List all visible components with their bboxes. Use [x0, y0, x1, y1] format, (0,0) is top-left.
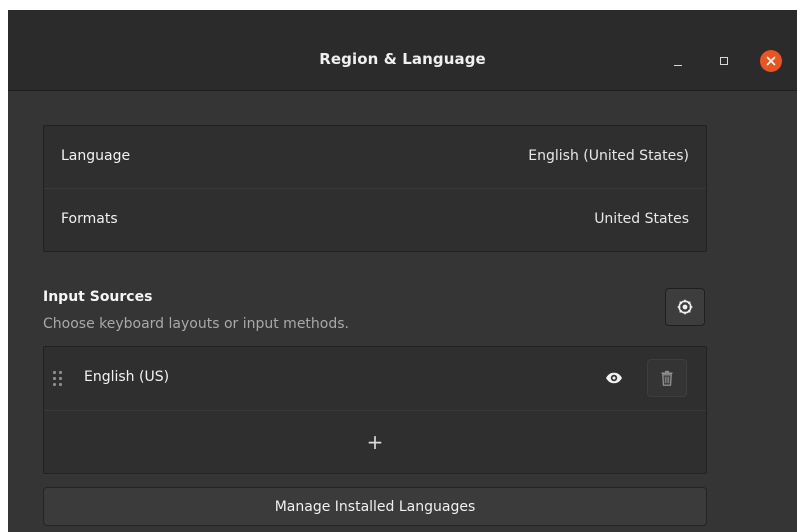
gear-icon — [677, 299, 693, 315]
input-sources-list: English (US) + — [43, 346, 707, 474]
preview-layout-button[interactable] — [594, 359, 634, 397]
language-settings-panel: Language English (United States) Formats… — [43, 125, 707, 252]
minimize-icon — [674, 64, 682, 66]
close-button[interactable] — [760, 50, 782, 72]
input-sources-subtitle: Choose keyboard layouts or input methods… — [43, 316, 349, 332]
remove-input-source-button[interactable] — [647, 359, 687, 397]
input-sources-settings-button[interactable] — [665, 288, 705, 326]
close-icon — [766, 56, 776, 66]
input-sources-title: Input Sources — [43, 289, 153, 305]
minimize-button[interactable] — [667, 50, 689, 72]
formats-value: United States — [594, 211, 689, 227]
input-source-row[interactable]: English (US) — [44, 347, 706, 409]
maximize-button[interactable] — [713, 50, 735, 72]
title-bar: Region & Language — [8, 10, 797, 91]
eye-icon — [606, 372, 622, 384]
drag-handle-icon[interactable] — [53, 371, 65, 387]
region-language-window: Region & Language Language English (Unit… — [8, 10, 797, 532]
language-value: English (United States) — [528, 148, 689, 164]
input-source-label: English (US) — [84, 369, 170, 385]
maximize-icon — [720, 57, 728, 65]
formats-row[interactable]: Formats United States — [44, 188, 706, 251]
language-label: Language — [61, 148, 131, 164]
add-input-source-button[interactable]: + — [44, 410, 706, 473]
manage-installed-languages-button[interactable]: Manage Installed Languages — [43, 487, 707, 526]
language-row[interactable]: Language English (United States) — [44, 126, 706, 188]
formats-label: Formats — [61, 211, 118, 227]
trash-icon — [661, 370, 673, 386]
